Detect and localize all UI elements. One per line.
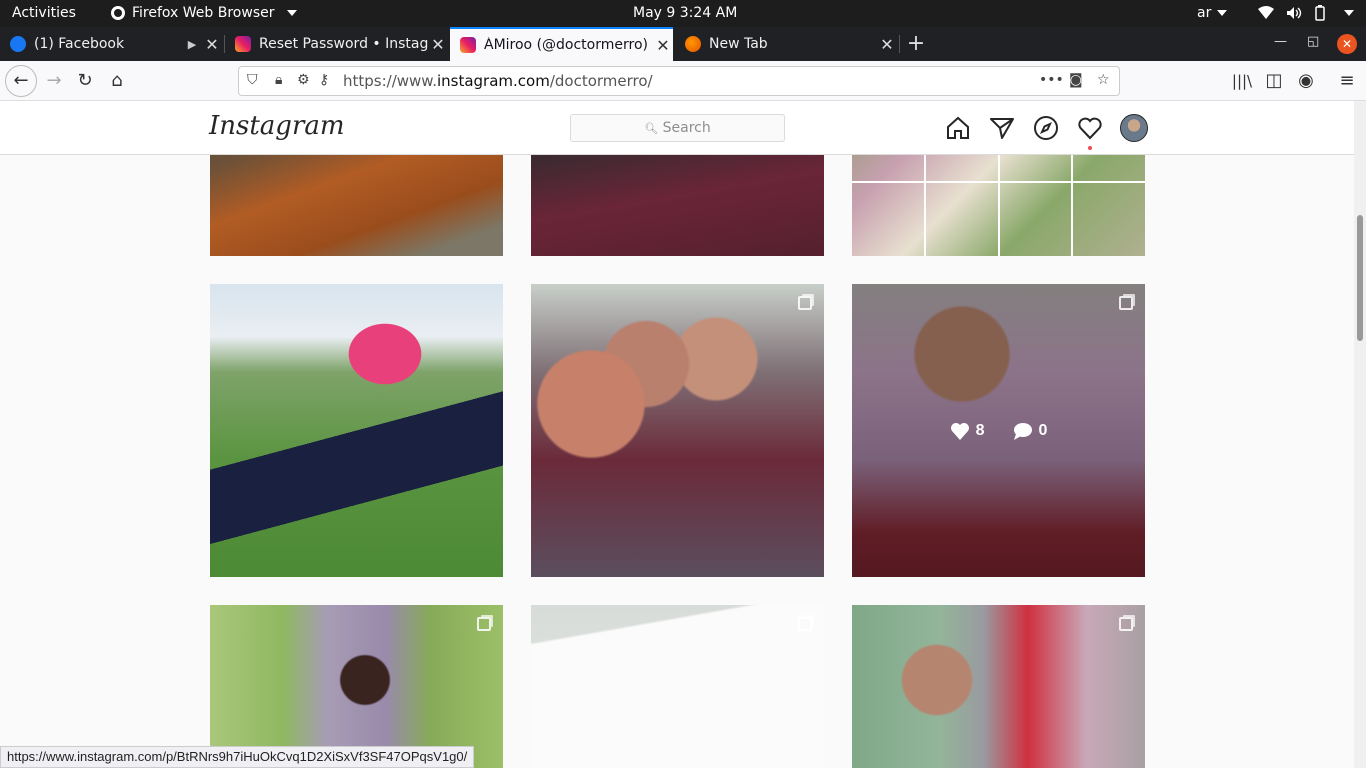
tab-title: New Tab bbox=[709, 36, 768, 52]
wifi-icon bbox=[1258, 6, 1274, 19]
tab-reset-password[interactable]: Reset Password • Instagram ✕ bbox=[225, 27, 448, 61]
facebook-icon bbox=[10, 36, 26, 52]
url-prefix: https://www. bbox=[343, 72, 437, 90]
tab-title: Reset Password • Instagram bbox=[259, 36, 428, 52]
close-icon[interactable]: ✕ bbox=[877, 35, 897, 54]
instagram-icon bbox=[235, 36, 251, 52]
comments-value: 0 bbox=[1038, 421, 1048, 439]
reload-button[interactable]: ↻ bbox=[71, 67, 99, 95]
explore-icon[interactable] bbox=[1033, 115, 1059, 141]
search-input[interactable]: 🔍︎ Search bbox=[570, 114, 785, 142]
post-hover-overlay: 8 0 bbox=[852, 284, 1145, 577]
post-thumbnail[interactable] bbox=[852, 605, 1145, 768]
post-thumbnail[interactable] bbox=[210, 284, 503, 577]
instagram-icon bbox=[460, 37, 476, 53]
tab-new-tab[interactable]: New Tab ✕ bbox=[675, 27, 897, 61]
tab-instagram-profile[interactable]: ÁMiroo (@doctormerro) • Instagram ✕ bbox=[450, 27, 673, 61]
page-actions-icon[interactable]: ••• bbox=[1039, 72, 1064, 88]
tab-title: ÁMiroo (@doctormerro) • Instagram bbox=[484, 37, 653, 53]
key-icon[interactable]: ⚷ bbox=[319, 72, 329, 88]
web-page: 8 0 Instagram 🔍︎ Search bbox=[0, 101, 1366, 768]
sidebar-icon[interactable]: ◫ bbox=[1260, 67, 1288, 95]
search-placeholder: Search bbox=[662, 120, 711, 136]
carousel-icon bbox=[1119, 617, 1133, 631]
post-thumbnail[interactable]: 8 0 bbox=[852, 284, 1145, 577]
battery-icon bbox=[1315, 5, 1325, 21]
library-icon[interactable]: |||\ bbox=[1228, 67, 1256, 95]
firefox-icon bbox=[111, 6, 125, 20]
chevron-down-icon bbox=[1217, 10, 1228, 16]
tab-facebook[interactable]: (1) Facebook ▶ ✕ bbox=[0, 27, 222, 61]
comments-count: 0 bbox=[1013, 421, 1048, 440]
tab-divider bbox=[899, 35, 900, 53]
menu-icon[interactable]: ≡ bbox=[1333, 67, 1361, 95]
chevron-down-icon bbox=[286, 10, 297, 16]
close-icon[interactable]: ✕ bbox=[653, 36, 673, 55]
bookmark-star-icon[interactable]: ☆ bbox=[1097, 72, 1110, 88]
heart-icon bbox=[950, 422, 969, 440]
scrollbar[interactable] bbox=[1354, 101, 1366, 768]
instagram-header: Instagram 🔍︎ Search bbox=[0, 101, 1354, 155]
search-icon: 🔍︎ bbox=[644, 122, 659, 135]
close-icon[interactable]: ✕ bbox=[428, 35, 448, 54]
language-indicator[interactable]: ar bbox=[1197, 5, 1228, 21]
post-thumbnail[interactable] bbox=[531, 284, 824, 577]
language-label: ar bbox=[1197, 5, 1212, 21]
carousel-icon bbox=[798, 296, 812, 310]
shield-icon[interactable]: ⛉ bbox=[247, 72, 258, 88]
lock-icon[interactable]: 🔒︎ bbox=[275, 72, 282, 88]
home-icon[interactable] bbox=[945, 115, 971, 141]
app-menu-label: Firefox Web Browser bbox=[132, 5, 275, 21]
tab-strip: (1) Facebook ▶ ✕ Reset Password • Instag… bbox=[0, 27, 1366, 61]
permissions-icon[interactable]: ⚙ bbox=[297, 72, 310, 88]
forward-button[interactable]: → bbox=[40, 67, 68, 95]
direct-message-icon[interactable] bbox=[989, 115, 1015, 141]
volume-icon bbox=[1287, 7, 1302, 19]
avatar[interactable] bbox=[1120, 114, 1148, 142]
back-button[interactable]: ← bbox=[5, 65, 37, 97]
carousel-icon bbox=[477, 617, 491, 631]
maximize-button[interactable]: ◱ bbox=[1307, 34, 1319, 49]
minimize-button[interactable]: — bbox=[1274, 34, 1287, 49]
post-thumbnail[interactable] bbox=[531, 605, 824, 768]
comment-icon bbox=[1013, 422, 1032, 440]
new-tab-button[interactable]: + bbox=[904, 31, 928, 56]
play-icon[interactable]: ▶ bbox=[182, 38, 202, 51]
heart-icon[interactable] bbox=[1077, 115, 1103, 141]
tab-title: (1) Facebook bbox=[34, 36, 125, 52]
navigation-toolbar: ← → ↻ ⌂ ⛉ 🔒︎ ⚙ ⚷ https://www.instagram.c… bbox=[0, 61, 1366, 101]
likes-count: 8 bbox=[950, 422, 985, 440]
account-icon[interactable]: ◉ bbox=[1292, 67, 1320, 95]
url-bar[interactable]: ⛉ 🔒︎ ⚙ ⚷ https://www.instagram.com/docto… bbox=[238, 66, 1120, 96]
app-menu[interactable]: Firefox Web Browser bbox=[110, 5, 297, 21]
url-text: https://www.instagram.com/doctormerro/ bbox=[343, 72, 653, 90]
url-domain: instagram.com bbox=[436, 72, 550, 90]
link-status-bar: https://www.instagram.com/p/BtRNrs9h7iHu… bbox=[0, 746, 475, 768]
notification-dot bbox=[1088, 146, 1092, 150]
activities-button[interactable]: Activities bbox=[12, 5, 76, 21]
close-icon[interactable]: ✕ bbox=[202, 35, 222, 54]
system-tray[interactable] bbox=[1258, 5, 1354, 21]
system-top-bar: Activities Firefox Web Browser May 9 3:2… bbox=[0, 0, 1366, 27]
url-path: /doctormerro/ bbox=[549, 72, 653, 90]
clock[interactable]: May 9 3:24 AM bbox=[633, 5, 737, 21]
window-close-button[interactable]: ✕ bbox=[1337, 34, 1357, 54]
carousel-icon bbox=[798, 617, 812, 631]
scrollbar-thumb[interactable] bbox=[1357, 215, 1363, 341]
pocket-icon[interactable]: ◙ bbox=[1069, 72, 1083, 88]
likes-value: 8 bbox=[975, 421, 985, 439]
firefox-icon bbox=[685, 36, 701, 52]
chevron-down-icon bbox=[1344, 10, 1354, 16]
instagram-logo[interactable]: Instagram bbox=[209, 111, 345, 141]
home-button[interactable]: ⌂ bbox=[103, 67, 131, 95]
post-thumbnail[interactable] bbox=[210, 605, 503, 768]
